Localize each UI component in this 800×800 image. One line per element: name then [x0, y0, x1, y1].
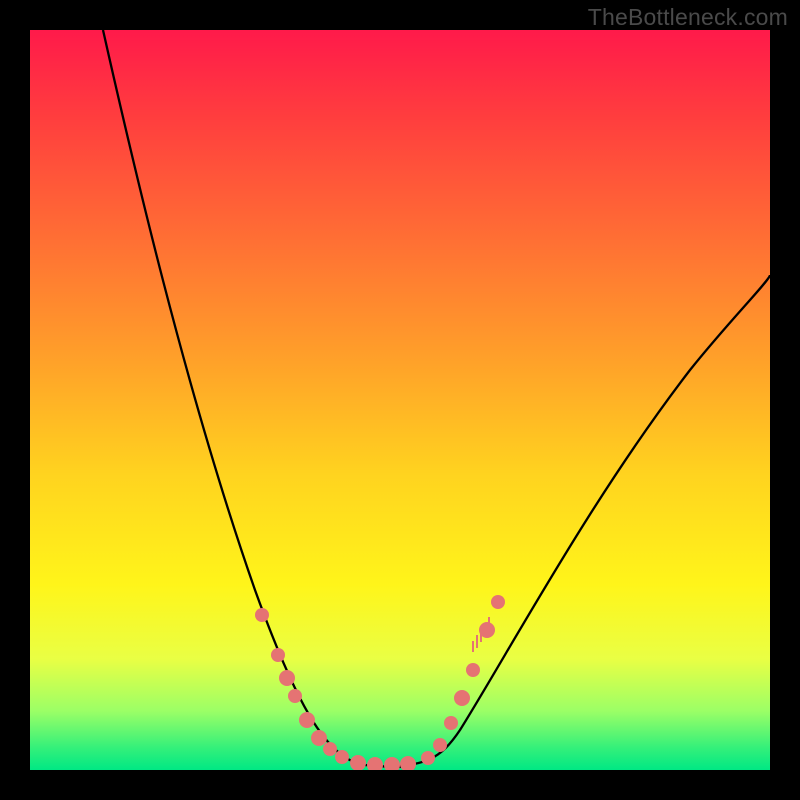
plot-area: [30, 30, 770, 770]
curve-right: [385, 275, 770, 767]
chart-svg: [30, 30, 770, 770]
curve-left: [103, 30, 415, 767]
dots-left: [255, 608, 416, 770]
chart-root: TheBottleneck.com: [0, 0, 800, 800]
dots-right: [421, 595, 505, 765]
watermark-text: TheBottleneck.com: [588, 4, 788, 31]
